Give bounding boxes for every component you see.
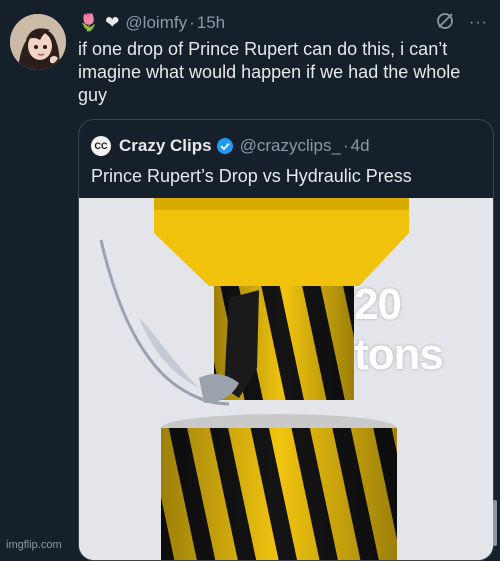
display-name[interactable]: 🌷 ❤: [78, 13, 119, 33]
avatar[interactable]: [10, 14, 66, 70]
imgflip-watermark: imgflip.com: [6, 539, 62, 551]
header-actions: ···: [435, 11, 488, 36]
quote-media-image[interactable]: 20 tons: [79, 198, 493, 560]
more-options-icon[interactable]: ···: [469, 14, 488, 32]
separator-dot: ·: [342, 136, 349, 155]
quote-header: CC Crazy Clips @crazyclips_ · 4d: [91, 134, 370, 158]
quote-timestamp[interactable]: 4d: [351, 136, 370, 156]
quote-author-name[interactable]: Crazy Clips: [119, 136, 212, 156]
quote-text: Prince Rupert’s Drop vs Hydraulic Press: [91, 166, 412, 186]
heart-emoji-icon: ❤: [105, 13, 120, 32]
scrollbar[interactable]: [493, 500, 497, 546]
verified-badge-icon: [216, 137, 234, 155]
author-handle[interactable]: @loimfy: [125, 13, 187, 33]
tweet-header: 🌷 ❤ @loimfy · 15h ···: [78, 10, 488, 36]
avatar-image: [10, 14, 66, 70]
quote-author-handle[interactable]: @crazyclips_: [240, 136, 341, 156]
separator-dot: ·: [189, 13, 195, 32]
slashed-circle-icon[interactable]: [435, 11, 455, 36]
quote-avatar[interactable]: CC: [91, 136, 111, 156]
timestamp[interactable]: 15h: [197, 13, 225, 33]
quote-tweet-card[interactable]: CC Crazy Clips @crazyclips_ · 4d Prince …: [78, 119, 494, 561]
tweet-text: if one drop of Prince Rupert can do this…: [78, 39, 461, 105]
tulip-emoji-icon: 🌷: [78, 13, 100, 32]
media-overlay-text: 20 tons: [354, 280, 444, 379]
